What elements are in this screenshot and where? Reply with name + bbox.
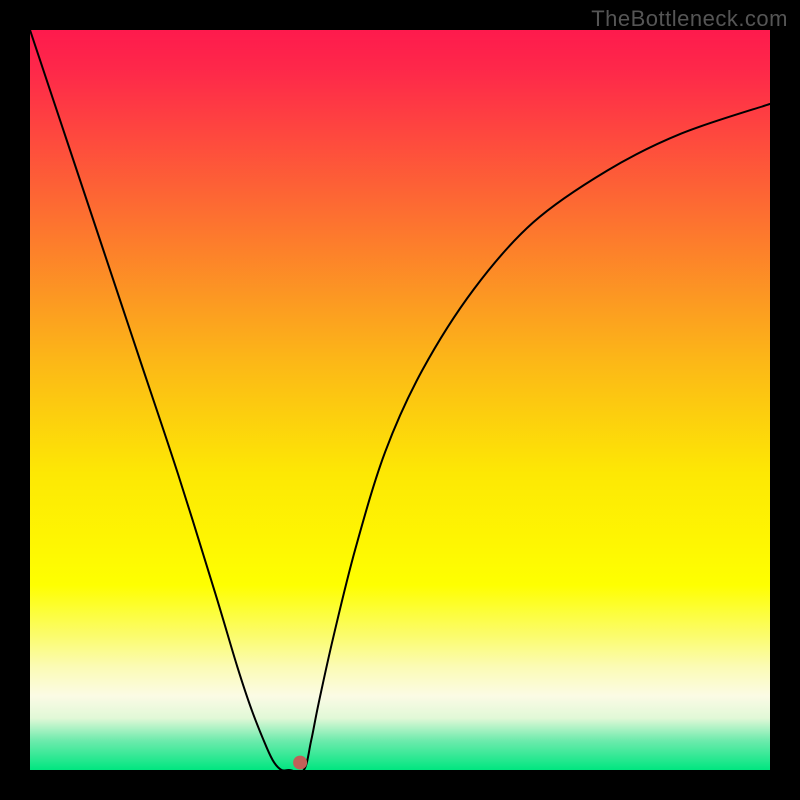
optimum-marker: [293, 756, 307, 770]
plot-area: [30, 30, 770, 770]
chart-svg: [30, 30, 770, 770]
chart-frame: TheBottleneck.com: [0, 0, 800, 800]
gradient-background: [30, 30, 770, 770]
watermark-text: TheBottleneck.com: [591, 6, 788, 32]
